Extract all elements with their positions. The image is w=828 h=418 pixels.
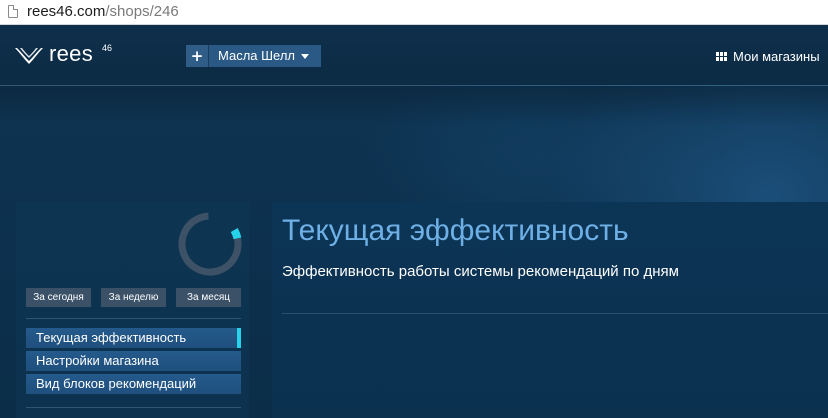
url-host: rees46.com: [27, 3, 106, 20]
logo-text: rees: [49, 41, 93, 66]
browser-address-bar[interactable]: rees46.com/shops/246: [0, 0, 828, 25]
my-shops-label: Мои магазины: [733, 48, 820, 64]
date-range-buttons: За сегодня За неделю За месяц: [26, 288, 241, 307]
sidebar-divider-top: [26, 318, 241, 319]
week-button[interactable]: За неделю: [101, 288, 166, 307]
content-divider: [282, 313, 828, 314]
page-title: Текущая эффективность: [282, 214, 629, 247]
sidebar-item-shop-settings[interactable]: Настройки магазина: [26, 351, 241, 371]
shop-selector-dropdown[interactable]: Масла Шелл: [209, 45, 322, 67]
shop-selector-group: + Масла Шелл: [186, 45, 322, 67]
sidebar-item-recommendation-blocks[interactable]: Вид блоков рекомендаций: [26, 374, 241, 394]
url-path: /shops/246: [105, 3, 179, 20]
logo-wings-icon: [15, 48, 43, 64]
shop-selector-label: Масла Шелл: [218, 48, 296, 63]
logo[interactable]: rees 46: [14, 41, 112, 68]
today-button[interactable]: За сегодня: [26, 288, 91, 307]
add-shop-button[interactable]: +: [186, 45, 209, 67]
navbar-shadow: [0, 86, 828, 126]
caret-down-icon: [301, 53, 310, 59]
sidebar-panel: За сегодня За неделю За месяц Текущая эф…: [16, 202, 249, 418]
app-window: rees 46 + Масла Шелл Мои магазины За сег…: [0, 25, 828, 418]
logo-superscript: 46: [102, 43, 113, 53]
my-shops-link[interactable]: Мои магазины: [716, 48, 820, 64]
top-navbar: rees 46 + Масла Шелл Мои магазины: [0, 25, 828, 85]
sidebar-menu: Текущая эффективность Настройки магазина…: [26, 328, 241, 397]
main-content-panel: Текущая эффективность Эффективность рабо…: [272, 202, 828, 418]
month-button[interactable]: За месяц: [176, 288, 241, 307]
sidebar-item-current-efficiency[interactable]: Текущая эффективность: [26, 328, 241, 348]
url-text[interactable]: rees46.com/shops/246: [27, 3, 179, 21]
sidebar-divider-bottom: [26, 407, 241, 408]
grid-icon: [716, 51, 727, 61]
loading-gauge-icon: [178, 212, 242, 276]
page-subtitle: Эффективность работы системы рекомендаци…: [282, 263, 679, 280]
page-icon: [8, 5, 18, 18]
